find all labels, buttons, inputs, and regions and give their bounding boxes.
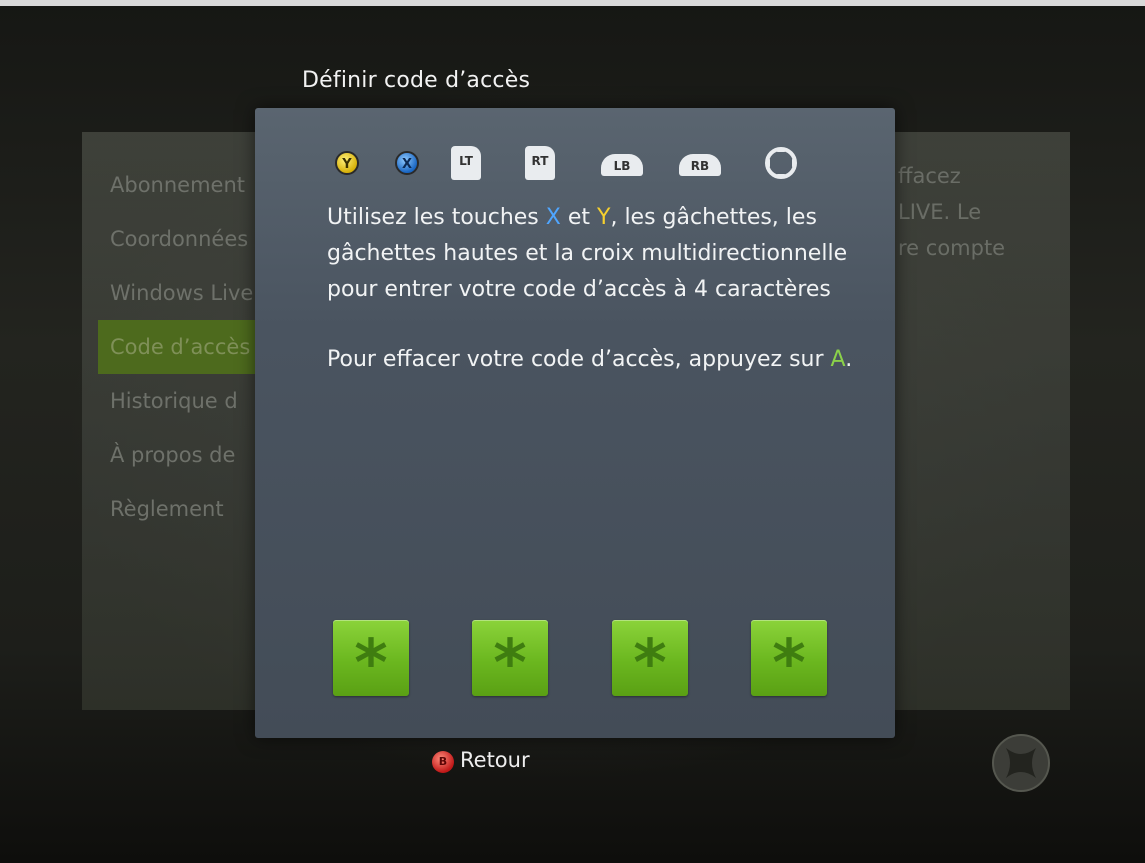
- instr-text: Utilisez les touches: [327, 205, 546, 230]
- instr-text: .: [845, 347, 853, 372]
- code-slot-1[interactable]: *: [333, 620, 409, 701]
- bg-menu-item-code-acces: Code d’accès: [98, 320, 268, 374]
- instr-text: et: [560, 205, 597, 230]
- b-button-icon: B: [432, 751, 454, 773]
- xbox-logo-icon: [990, 732, 1052, 794]
- instr-text: Pour effacer votre code d’accès, appuyez…: [327, 347, 831, 372]
- lt-trigger-icon: LT: [451, 146, 481, 180]
- rb-bumper-icon: RB: [679, 154, 721, 176]
- passcode-dialog: Y X LT RT LB RB Utilisez les touches X e…: [255, 108, 895, 738]
- dashboard-screen: Abonnement Coordonnées Windows Live Code…: [0, 0, 1145, 863]
- code-slot-4[interactable]: *: [751, 620, 827, 701]
- top-edge: [0, 0, 1145, 6]
- code-slot-3[interactable]: *: [612, 620, 688, 701]
- rt-trigger-icon: RT: [525, 146, 555, 180]
- x-button-icon: X: [395, 151, 419, 175]
- background-description: ffacez LIVE. Le re compte: [898, 158, 1005, 266]
- a-key-label: A: [830, 347, 846, 372]
- y-key-label: Y: [597, 205, 611, 230]
- instructions-paragraph-1: Utilisez les touches X et Y, les gâchett…: [327, 200, 887, 308]
- bg-desc-line: re compte: [898, 236, 1006, 260]
- bg-desc-line: LIVE. Le: [898, 200, 982, 224]
- y-button-icon: Y: [335, 151, 359, 175]
- dpad-icon: [763, 146, 799, 180]
- instructions-text: Utilisez les touches X et Y, les gâchett…: [327, 200, 887, 378]
- code-slot-2[interactable]: *: [472, 620, 548, 701]
- instructions-paragraph-2: Pour effacer votre code d’accès, appuyez…: [327, 342, 887, 378]
- x-key-label: X: [545, 205, 561, 230]
- dialog-title: Définir code d’accès: [302, 68, 531, 93]
- lb-bumper-icon: LB: [601, 154, 643, 176]
- bg-desc-line: ffacez: [898, 164, 961, 188]
- back-label: Retour: [460, 748, 530, 772]
